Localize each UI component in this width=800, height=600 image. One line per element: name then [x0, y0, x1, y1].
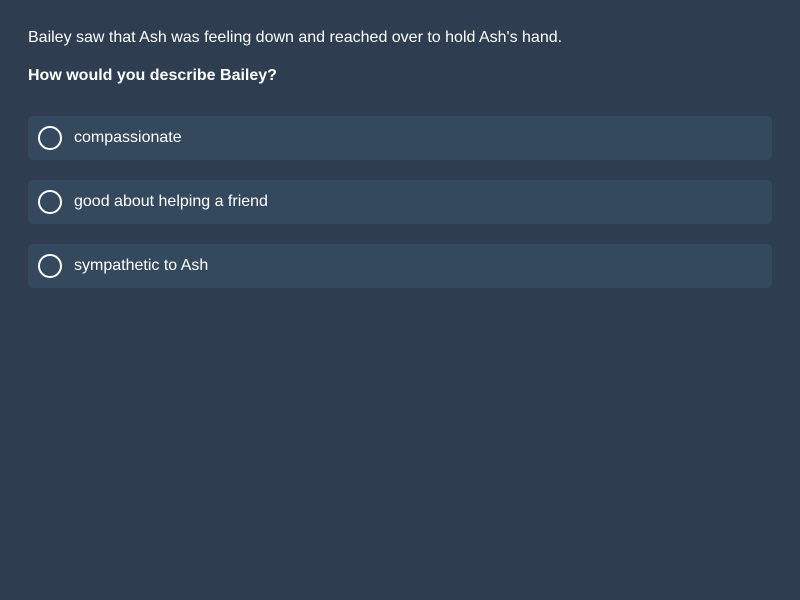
answer-options: compassionate good about helping a frien… — [28, 116, 772, 288]
answer-option-label: compassionate — [74, 129, 182, 146]
answer-option-label: good about helping a friend — [74, 193, 268, 210]
answer-option-good-about-helping[interactable]: good about helping a friend — [28, 180, 772, 224]
question-text: How would you describe Bailey? — [28, 67, 277, 84]
passage-text: Bailey saw that Ash was feeling down and… — [28, 29, 563, 46]
radio-unchecked-icon[interactable] — [38, 126, 62, 150]
radio-unchecked-icon[interactable] — [38, 254, 62, 278]
answer-option-label: sympathetic to Ash — [74, 257, 209, 274]
quiz-container: Bailey saw that Ash was feeling down and… — [0, 0, 800, 288]
answer-option-sympathetic[interactable]: sympathetic to Ash — [28, 244, 772, 288]
radio-unchecked-icon[interactable] — [38, 190, 62, 214]
answer-option-compassionate[interactable]: compassionate — [28, 116, 772, 160]
